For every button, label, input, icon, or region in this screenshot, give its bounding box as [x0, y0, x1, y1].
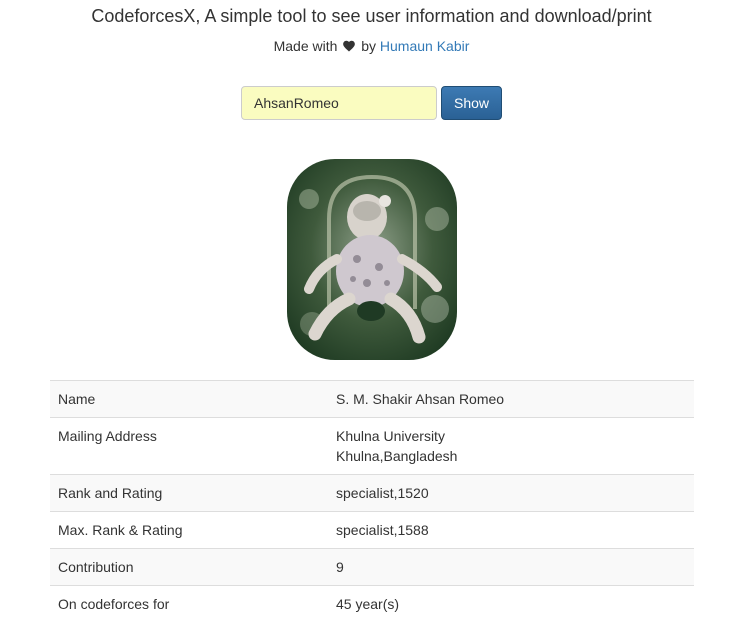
- row-label: Contribution: [50, 548, 328, 586]
- row-value: 45 year(s): [328, 585, 694, 622]
- table-row: Max. Rank & Rating specialist,1588: [50, 511, 694, 549]
- address-line-1: Khulna University: [336, 428, 445, 444]
- row-label: Max. Rank & Rating: [50, 511, 328, 549]
- user-info-table: Name S. M. Shakir Ahsan Romeo Mailing Ad…: [50, 380, 694, 622]
- handle-input[interactable]: [241, 86, 437, 120]
- show-button[interactable]: Show: [441, 86, 502, 120]
- address-line-2: Khulna,Bangladesh: [336, 448, 458, 464]
- table-row: Mailing Address Khulna University Khulna…: [50, 417, 694, 475]
- row-label: Rank and Rating: [50, 474, 328, 512]
- heart-icon: [343, 40, 356, 52]
- avatar-photo: [287, 159, 457, 360]
- table-row: On codeforces for 45 year(s): [50, 585, 694, 622]
- row-value: specialist,1520: [328, 474, 694, 512]
- row-label: On codeforces for: [50, 585, 328, 622]
- row-label: Mailing Address: [50, 417, 328, 475]
- by-text: by: [361, 38, 376, 54]
- table-row: Contribution 9: [50, 548, 694, 586]
- table-row: Name S. M. Shakir Ahsan Romeo: [50, 380, 694, 418]
- credit-line: Made with by Humaun Kabir: [0, 37, 743, 55]
- row-label: Name: [50, 380, 328, 418]
- page-title: CodeforcesX, A simple tool to see user i…: [91, 6, 652, 26]
- author-link[interactable]: Humaun Kabir: [380, 38, 470, 54]
- row-value: Khulna University Khulna,Bangladesh: [328, 417, 694, 475]
- avatar: [287, 159, 457, 360]
- page: CodeforcesX, A simple tool to see user i…: [0, 0, 755, 626]
- table-row: Rank and Rating specialist,1520: [50, 474, 694, 512]
- row-value: S. M. Shakir Ahsan Romeo: [328, 380, 694, 418]
- row-value: 9: [328, 548, 694, 586]
- row-value: specialist,1588: [328, 511, 694, 549]
- made-with-text: Made with: [273, 38, 338, 54]
